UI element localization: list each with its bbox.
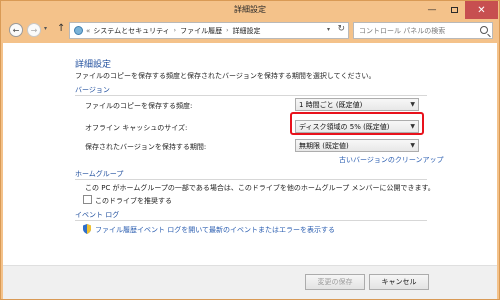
event-log-link[interactable]: ファイル履歴イベント ログを開いて最新のイベントまたはエラーを表示する [95, 225, 335, 235]
refresh-icon[interactable]: ↻ [337, 24, 345, 34]
footer-bar: 変更の保存 キャンセル [3, 265, 497, 299]
minimize-button[interactable]: — [421, 1, 443, 19]
recommend-drive-checkbox[interactable] [83, 195, 92, 204]
close-icon: ✕ [477, 4, 486, 16]
homegroup-description: この PC がホームグループの一部である場合は、このドライブを他のホームグループ… [85, 184, 435, 192]
navigation-bar: ← → ▾ ↑ « システムとセキュリティ › ファイル履歴 › 詳細設定 ▾ … [3, 19, 497, 43]
recommend-drive-label[interactable]: このドライブを推奨する [95, 196, 172, 206]
cleanup-versions-link[interactable]: 古いバージョンのクリーンアップ [339, 155, 444, 165]
frequency-label: ファイルのコピーを保存する頻度: [85, 102, 193, 110]
main-content: 詳細設定 ファイルのコピーを保存する頻度と保存されたバージョンを保持する期間を選… [3, 43, 497, 265]
eventlog-divider [75, 220, 427, 221]
page-title: 詳細設定 [75, 60, 112, 70]
save-button[interactable]: 変更の保存 [305, 274, 365, 290]
close-button[interactable]: ✕ [465, 1, 498, 19]
breadcrumb-file-history[interactable]: ファイル履歴 [180, 26, 222, 36]
homegroup-divider [75, 179, 427, 180]
up-button[interactable]: ↑ [57, 23, 65, 34]
back-arrow-icon: ← [12, 25, 20, 35]
address-bar[interactable]: « システムとセキュリティ › ファイル履歴 › 詳細設定 ▾ ↻ [69, 22, 349, 39]
breadcrumb-system-security[interactable]: システムとセキュリティ [93, 26, 169, 36]
search-placeholder: コントロール パネルの検索 [359, 26, 446, 35]
breadcrumb-separator-icon[interactable]: › [174, 27, 176, 34]
retention-select[interactable]: 無期限 (既定値) ▼ [295, 139, 419, 152]
up-arrow-icon: ↑ [57, 23, 66, 34]
search-input[interactable]: コントロール パネルの検索 [353, 22, 493, 39]
frequency-select[interactable]: 1 時間ごと (既定値) ▼ [295, 98, 419, 111]
maximize-button[interactable] [443, 1, 465, 19]
chevron-down-icon: ▼ [410, 142, 415, 149]
page-description: ファイルのコピーを保存する頻度と保存されたバージョンを保持する期間を選択してくだ… [75, 72, 376, 80]
cache-size-label: オフライン キャッシュのサイズ: [85, 124, 188, 132]
retention-label: 保存されたバージョンを保持する期間: [85, 143, 207, 151]
breadcrumb-separator-icon[interactable]: › [226, 27, 228, 34]
versions-divider [75, 95, 427, 96]
shield-icon [83, 224, 91, 234]
title-bar[interactable]: 詳細設定 — ✕ [1, 1, 499, 19]
frequency-value: 1 時間ごと (既定値) [299, 100, 363, 109]
search-icon[interactable] [480, 26, 488, 34]
control-panel-icon [74, 26, 83, 35]
cancel-button[interactable]: キャンセル [369, 274, 429, 290]
settings-window: 詳細設定 — ✕ ← → ▾ ↑ « システムとセキュリティ › ファイル履歴 … [0, 0, 500, 300]
retention-value: 無期限 (既定値) [299, 141, 349, 150]
chevron-down-icon: ▾ [44, 25, 48, 32]
back-button[interactable]: ← [9, 23, 23, 37]
homegroup-heading: ホームグループ [75, 170, 124, 178]
address-overflow-chevron[interactable]: « [86, 27, 90, 35]
minimize-icon: — [427, 5, 437, 15]
breadcrumb-advanced-settings[interactable]: 詳細設定 [232, 26, 260, 36]
forward-arrow-icon: → [30, 25, 38, 35]
forward-button[interactable]: → [27, 23, 41, 37]
chevron-down-icon: ▼ [410, 101, 415, 108]
address-dropdown-icon[interactable]: ▾ [327, 26, 330, 33]
maximize-icon [450, 7, 458, 13]
recent-locations-button[interactable]: ▾ [44, 25, 47, 32]
highlight-box [290, 112, 424, 135]
eventlog-heading: イベント ログ [75, 211, 120, 219]
versions-heading: バージョン [75, 86, 110, 94]
